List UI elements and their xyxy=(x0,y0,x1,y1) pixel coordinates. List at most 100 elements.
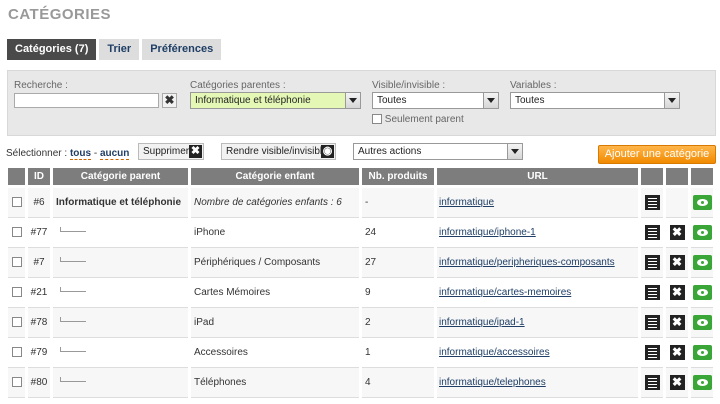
tab-sort[interactable]: Trier xyxy=(99,39,140,60)
row-checkbox-cell xyxy=(8,218,25,248)
chevron-down-icon xyxy=(507,144,522,159)
row-parent: Informatique et téléphonie xyxy=(53,188,188,218)
edit-list-icon[interactable] xyxy=(644,375,660,390)
row-edit-cell xyxy=(641,218,663,248)
row-checkbox[interactable] xyxy=(11,257,22,268)
visibility-select[interactable]: Toutes xyxy=(372,92,499,109)
edit-list-icon[interactable] xyxy=(644,195,660,210)
tab-preferences[interactable]: Préférences xyxy=(142,39,222,60)
row-count: 1 xyxy=(362,338,434,368)
row-visible-cell xyxy=(691,188,713,218)
select-separator: - xyxy=(93,148,98,159)
delete-icon[interactable]: ✖ xyxy=(669,255,685,270)
other-actions-select[interactable]: Autres actions xyxy=(353,143,523,160)
delete-button[interactable]: Supprimer ✖ xyxy=(138,143,204,160)
eye-icon[interactable] xyxy=(692,225,712,240)
header-checkbox-col xyxy=(8,168,25,188)
parent-categories-label: Catégories parentes : xyxy=(190,80,286,91)
delete-icon[interactable]: ✖ xyxy=(669,285,685,300)
row-visible-cell xyxy=(691,338,713,368)
row-child: Accessoires xyxy=(191,338,359,368)
row-count: 2 xyxy=(362,308,434,338)
add-category-button[interactable]: Ajouter une catégorie xyxy=(598,145,716,164)
eye-icon: ◉ xyxy=(321,145,334,158)
row-url-link[interactable]: informatique/ipad-1 xyxy=(439,317,525,328)
row-delete-cell: ✖ xyxy=(666,368,688,398)
edit-list-icon[interactable] xyxy=(644,345,660,360)
row-child: iPad xyxy=(191,308,359,338)
delete-icon[interactable]: ✖ xyxy=(669,375,685,390)
row-checkbox-cell xyxy=(8,368,25,398)
row-id: #77 xyxy=(28,218,50,248)
row-edit-cell xyxy=(641,368,663,398)
row-url-cell: informatique xyxy=(437,188,638,218)
search-label: Recherche : xyxy=(14,80,68,91)
header-count[interactable]: Nb. produits xyxy=(362,168,434,188)
table-row: #6 Informatique et téléphonie Nombre de ca… xyxy=(8,188,713,218)
row-url-link[interactable]: informatique/telephones xyxy=(439,377,546,388)
header-url[interactable]: URL xyxy=(437,168,638,188)
row-checkbox-cell xyxy=(8,188,25,218)
edit-list-icon[interactable] xyxy=(644,315,660,330)
row-checkbox[interactable] xyxy=(11,197,22,208)
row-id: #79 xyxy=(28,338,50,368)
row-checkbox[interactable] xyxy=(11,227,22,238)
variables-select[interactable]: Toutes xyxy=(510,92,680,109)
row-delete-cell xyxy=(666,188,688,218)
row-id: #7 xyxy=(28,248,50,278)
row-delete-cell: ✖ xyxy=(666,338,688,368)
row-url-link[interactable]: informatique/cartes-memoires xyxy=(439,287,571,298)
header-parent[interactable]: Catégorie parent xyxy=(53,168,188,188)
eye-icon[interactable] xyxy=(692,375,712,390)
row-id: #6 xyxy=(28,188,50,218)
row-child: Téléphones xyxy=(191,368,359,398)
row-edit-cell xyxy=(641,188,663,218)
row-checkbox[interactable] xyxy=(11,317,22,328)
delete-icon[interactable]: ✖ xyxy=(669,345,685,360)
eye-icon[interactable] xyxy=(692,285,712,300)
toggle-visibility-button[interactable]: Rendre visible/invisible ◉ xyxy=(221,143,336,160)
row-checkbox[interactable] xyxy=(11,377,22,388)
row-url-link[interactable]: informatique/iphone-1 xyxy=(439,227,536,238)
row-visible-cell xyxy=(691,218,713,248)
search-input[interactable] xyxy=(14,93,159,108)
delete-icon[interactable]: ✖ xyxy=(669,225,685,240)
row-checkbox[interactable] xyxy=(11,347,22,358)
page-title: CATÉGORIES xyxy=(8,6,112,23)
row-url-link[interactable]: informatique/accessoires xyxy=(439,347,550,358)
tab-categories[interactable]: Catégories (7) xyxy=(7,39,97,60)
row-url-cell: informatique/iphone-1 xyxy=(437,218,638,248)
select-text: Sélectionner : xyxy=(6,148,68,159)
delete-icon[interactable]: ✖ xyxy=(669,315,685,330)
row-checkbox-cell xyxy=(8,278,25,308)
chevron-down-icon xyxy=(483,93,498,108)
parent-categories-select[interactable]: Informatique et téléphonie xyxy=(190,92,361,109)
select-none-link[interactable]: aucun xyxy=(99,148,130,160)
eye-icon[interactable] xyxy=(692,345,712,360)
header-id[interactable]: ID xyxy=(28,168,50,188)
eye-icon[interactable] xyxy=(692,195,712,210)
eye-icon[interactable] xyxy=(692,255,712,270)
row-url-link[interactable]: informatique xyxy=(439,197,494,208)
edit-list-icon[interactable] xyxy=(644,225,660,240)
header-child[interactable]: Catégorie enfant xyxy=(191,168,359,188)
row-edit-cell xyxy=(641,308,663,338)
row-child: iPhone xyxy=(191,218,359,248)
eye-icon[interactable] xyxy=(692,315,712,330)
row-checkbox[interactable] xyxy=(11,287,22,298)
clear-search-icon[interactable]: ✖ xyxy=(162,93,177,108)
table-row: #7 Périphériques / Composants 27 informatiq… xyxy=(8,248,713,278)
only-parent-option[interactable]: Seulement parent xyxy=(372,114,464,125)
select-all-link[interactable]: tous xyxy=(69,148,92,160)
row-url-link[interactable]: informatique/peripheriques-composants xyxy=(439,257,615,268)
edit-list-icon[interactable] xyxy=(644,255,660,270)
only-parent-checkbox[interactable] xyxy=(372,114,382,125)
edit-list-icon[interactable] xyxy=(644,285,660,300)
row-parent xyxy=(53,338,188,368)
row-visible-cell xyxy=(691,368,713,398)
select-label: Sélectionner : tous - aucun xyxy=(6,148,130,160)
row-delete-cell: ✖ xyxy=(666,308,688,338)
row-visible-cell xyxy=(691,278,713,308)
variables-label: Variables : xyxy=(510,80,557,91)
child-arrow-icon xyxy=(60,287,88,295)
